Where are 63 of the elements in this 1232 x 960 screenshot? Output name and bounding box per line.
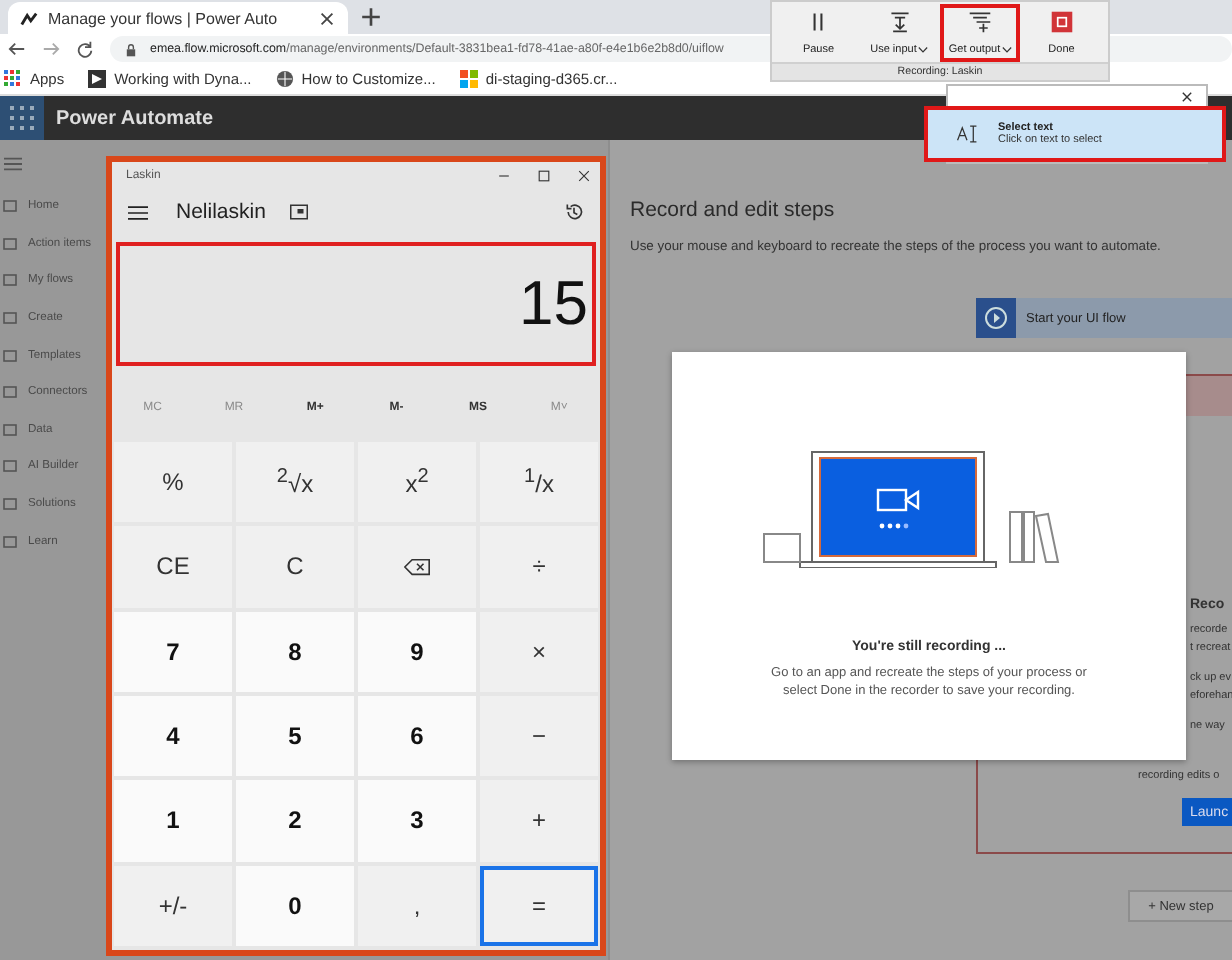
app-title: Power Automate (56, 107, 214, 129)
calculator-key[interactable]: + (480, 780, 598, 862)
calculator-key[interactable]: 8 (236, 611, 354, 692)
flow-logo-icon (20, 9, 38, 27)
caret-icon (1002, 46, 1013, 54)
calculator-key[interactable]: , (358, 865, 476, 946)
nav-icon (2, 421, 18, 438)
calculator-key[interactable]: $^{1}$/x (480, 442, 598, 523)
new-tab-icon[interactable] (360, 6, 382, 28)
nav-icon (2, 496, 18, 513)
windows-logo-icon (459, 70, 478, 88)
section-heading: Record and edit steps (630, 198, 835, 222)
calculator-key[interactable]: % (114, 442, 232, 523)
caret-icon (918, 46, 929, 54)
menu-icon[interactable] (128, 203, 148, 221)
nav-icon (2, 272, 18, 289)
close-icon[interactable] (576, 168, 592, 184)
maximize-icon[interactable] (536, 168, 552, 184)
calculator-key[interactable]: 9 (358, 611, 476, 692)
play-icon (976, 298, 1016, 338)
browser-tab[interactable]: Manage your flows | Power Auto (8, 2, 348, 34)
apps-grid-icon (4, 70, 22, 88)
calculator-key[interactable]: 7 (114, 611, 232, 692)
input-icon (887, 10, 912, 34)
back-icon[interactable] (8, 40, 26, 58)
nav-icon (2, 235, 18, 252)
calculator-key[interactable]: − (480, 695, 598, 777)
calculator-key[interactable]: × (480, 611, 598, 692)
nav-icon (2, 533, 18, 550)
calculator-key[interactable]: 2 (236, 780, 354, 862)
calculator-key[interactable]: 3 (358, 780, 476, 862)
lock-icon (124, 41, 138, 57)
calculator-display: 15 (116, 242, 596, 366)
reload-icon[interactable] (76, 40, 94, 58)
calculator-key[interactable]: +/- (114, 865, 232, 946)
calculator-key[interactable]: 4 (114, 695, 232, 777)
calculator-key[interactable]: 5 (236, 695, 354, 777)
calculator-key[interactable]: 1 (114, 780, 232, 862)
mode-title: Nelilaskin (176, 200, 266, 224)
keep-on-top-icon[interactable] (289, 204, 308, 220)
select-text-icon (956, 124, 978, 144)
nav-icon (2, 458, 18, 475)
nav-icon (2, 198, 18, 215)
nav-icon (2, 384, 18, 401)
bookmark-icon (88, 70, 107, 88)
backspace-icon (404, 557, 430, 576)
app-launcher-icon[interactable] (0, 96, 44, 140)
calculator-key[interactable]: ÷ (480, 526, 598, 608)
history-icon[interactable] (564, 202, 584, 222)
calculator-key[interactable]: CE (114, 526, 232, 608)
nav-icon (2, 310, 18, 327)
calculator-key[interactable]: = (480, 865, 598, 946)
output-icon (968, 10, 993, 34)
calculator-key[interactable]: C (236, 526, 354, 608)
close-icon[interactable] (1180, 90, 1194, 104)
calculator-key[interactable]: $^{2}$√x (236, 442, 354, 523)
globe-icon (275, 70, 294, 88)
nav-icon (2, 347, 18, 364)
close-icon[interactable] (318, 9, 336, 27)
calculator-key[interactable]: 6 (358, 695, 476, 777)
stop-icon (1049, 10, 1074, 34)
calculator-key[interactable]: x$^{2}$ (358, 442, 476, 523)
calculator-key[interactable]: 0 (236, 865, 354, 946)
